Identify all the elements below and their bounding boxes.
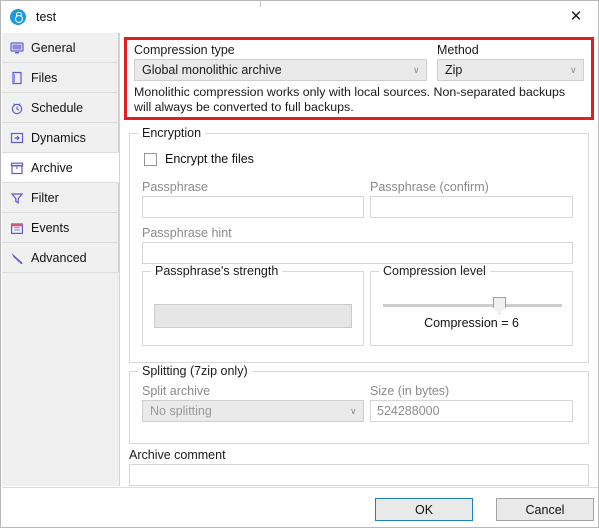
passphrase-hint-field: Passphrase hint bbox=[142, 226, 573, 264]
sidebar-item-label: Archive bbox=[31, 160, 73, 175]
compression-level-title: Compression level bbox=[379, 264, 490, 278]
split-archive-label: Split archive bbox=[142, 384, 211, 398]
chevron-down-icon: ∨ bbox=[413, 65, 420, 75]
file-icon bbox=[12, 71, 22, 84]
passphrase-field: Passphrase bbox=[142, 180, 364, 218]
method-label: Method bbox=[437, 43, 479, 57]
sidebar-item-files[interactable]: Files bbox=[2, 63, 119, 93]
encrypt-files-checkbox[interactable] bbox=[144, 152, 157, 166]
sidebar-item-dynamics[interactable]: Dynamics bbox=[2, 123, 119, 153]
method-select[interactable]: Zip ∨ bbox=[437, 59, 584, 81]
cancel-button[interactable]: Cancel bbox=[496, 498, 594, 521]
monitor-icon bbox=[10, 41, 24, 53]
compression-note: Monolithic compression works only with l… bbox=[134, 85, 566, 114]
sidebar-item-label: Files bbox=[31, 70, 58, 85]
sidebar-item-general[interactable]: General bbox=[2, 33, 119, 63]
compression-type-value: Global monolithic archive bbox=[142, 63, 282, 77]
passphrase-strength-title: Passphrase's strength bbox=[151, 264, 283, 278]
title-bar: test ✕ bbox=[1, 1, 598, 32]
split-archive-select[interactable]: No splitting ∨ bbox=[142, 400, 364, 422]
sidebar-item-label: General bbox=[31, 40, 76, 55]
encryption-group: Encryption Encrypt the files Passphrase … bbox=[129, 126, 589, 363]
passphrase-hint-label: Passphrase hint bbox=[142, 226, 232, 240]
splitting-group-title: Splitting (7zip only) bbox=[138, 364, 252, 378]
method-value: Zip bbox=[445, 63, 463, 77]
close-icon[interactable]: ✕ bbox=[554, 1, 598, 32]
box-icon bbox=[10, 162, 24, 174]
sidebar-item-events[interactable]: Events bbox=[2, 213, 119, 243]
archive-settings-panel: Compression type Global monolithic archi… bbox=[121, 33, 598, 486]
sidebar-item-label: Advanced bbox=[31, 250, 87, 265]
split-size-input[interactable]: 524288000 bbox=[370, 400, 573, 422]
app-clock-icon bbox=[10, 8, 26, 25]
splitting-group: Splitting (7zip only) Split archive No s… bbox=[129, 364, 589, 444]
calendar-icon bbox=[11, 222, 24, 234]
slider-track bbox=[383, 304, 562, 307]
clock-icon bbox=[11, 102, 23, 114]
sidebar-item-label: Filter bbox=[31, 190, 59, 205]
split-size-field: Size (in bytes) 524288000 bbox=[370, 384, 573, 422]
compression-type-label: Compression type bbox=[134, 43, 235, 57]
sidebar: General Files Schedule Dynamics Archive … bbox=[2, 33, 120, 486]
passphrase-label: Passphrase bbox=[142, 180, 209, 194]
sidebar-item-schedule[interactable]: Schedule bbox=[2, 93, 119, 123]
arrow-box-icon bbox=[10, 132, 24, 143]
passphrase-input[interactable] bbox=[142, 196, 364, 218]
compression-type-select[interactable]: Global monolithic archive ∨ bbox=[134, 59, 427, 81]
sidebar-item-archive[interactable]: Archive bbox=[2, 153, 119, 183]
compression-level-caption: Compression = 6 bbox=[424, 316, 519, 330]
funnel-icon bbox=[10, 192, 24, 204]
sidebar-item-filter[interactable]: Filter bbox=[2, 183, 119, 213]
compression-type-field: Compression type Global monolithic archi… bbox=[134, 43, 427, 81]
encrypt-files-checkbox-row[interactable]: Encrypt the files bbox=[144, 152, 254, 166]
wrench-icon bbox=[11, 252, 23, 264]
passphrase-confirm-input[interactable] bbox=[370, 196, 573, 218]
split-size-label: Size (in bytes) bbox=[370, 384, 450, 398]
encryption-group-title: Encryption bbox=[138, 126, 206, 140]
compression-level-group: Compression level Compression = 6 bbox=[370, 264, 573, 346]
encrypt-files-label: Encrypt the files bbox=[165, 152, 254, 166]
chevron-down-icon: ∨ bbox=[350, 406, 357, 416]
sidebar-item-label: Schedule bbox=[31, 100, 84, 115]
sidebar-item-advanced[interactable]: Advanced bbox=[2, 243, 119, 273]
split-archive-value: No splitting bbox=[150, 404, 212, 418]
passphrase-strength-bar bbox=[154, 304, 352, 328]
ok-button[interactable]: OK bbox=[375, 498, 473, 521]
passphrase-strength-group: Passphrase's strength bbox=[142, 264, 364, 346]
dialog-footer: OK Cancel bbox=[2, 487, 598, 527]
archive-comment-label: Archive comment bbox=[129, 448, 226, 462]
archive-settings-dialog: test ✕ General Files Schedule Dynamics A… bbox=[0, 0, 599, 528]
chevron-down-icon: ∨ bbox=[570, 65, 577, 75]
method-field: Method Zip ∨ bbox=[437, 43, 584, 81]
sidebar-item-label: Events bbox=[31, 220, 70, 235]
passphrase-confirm-field: Passphrase (confirm) bbox=[370, 180, 573, 218]
split-archive-field: Split archive No splitting ∨ bbox=[142, 384, 364, 422]
slider-thumb[interactable] bbox=[493, 297, 506, 314]
compression-level-slider[interactable] bbox=[383, 295, 562, 315]
sidebar-item-label: Dynamics bbox=[31, 130, 86, 145]
compression-highlight-region: Compression type Global monolithic archi… bbox=[124, 37, 594, 120]
passphrase-confirm-label: Passphrase (confirm) bbox=[370, 180, 489, 194]
archive-comment-input[interactable] bbox=[129, 464, 589, 486]
window-title: test bbox=[36, 9, 57, 24]
passphrase-hint-input[interactable] bbox=[142, 242, 573, 264]
title-divider bbox=[260, 1, 261, 7]
archive-comment-field: Archive comment bbox=[129, 448, 589, 486]
